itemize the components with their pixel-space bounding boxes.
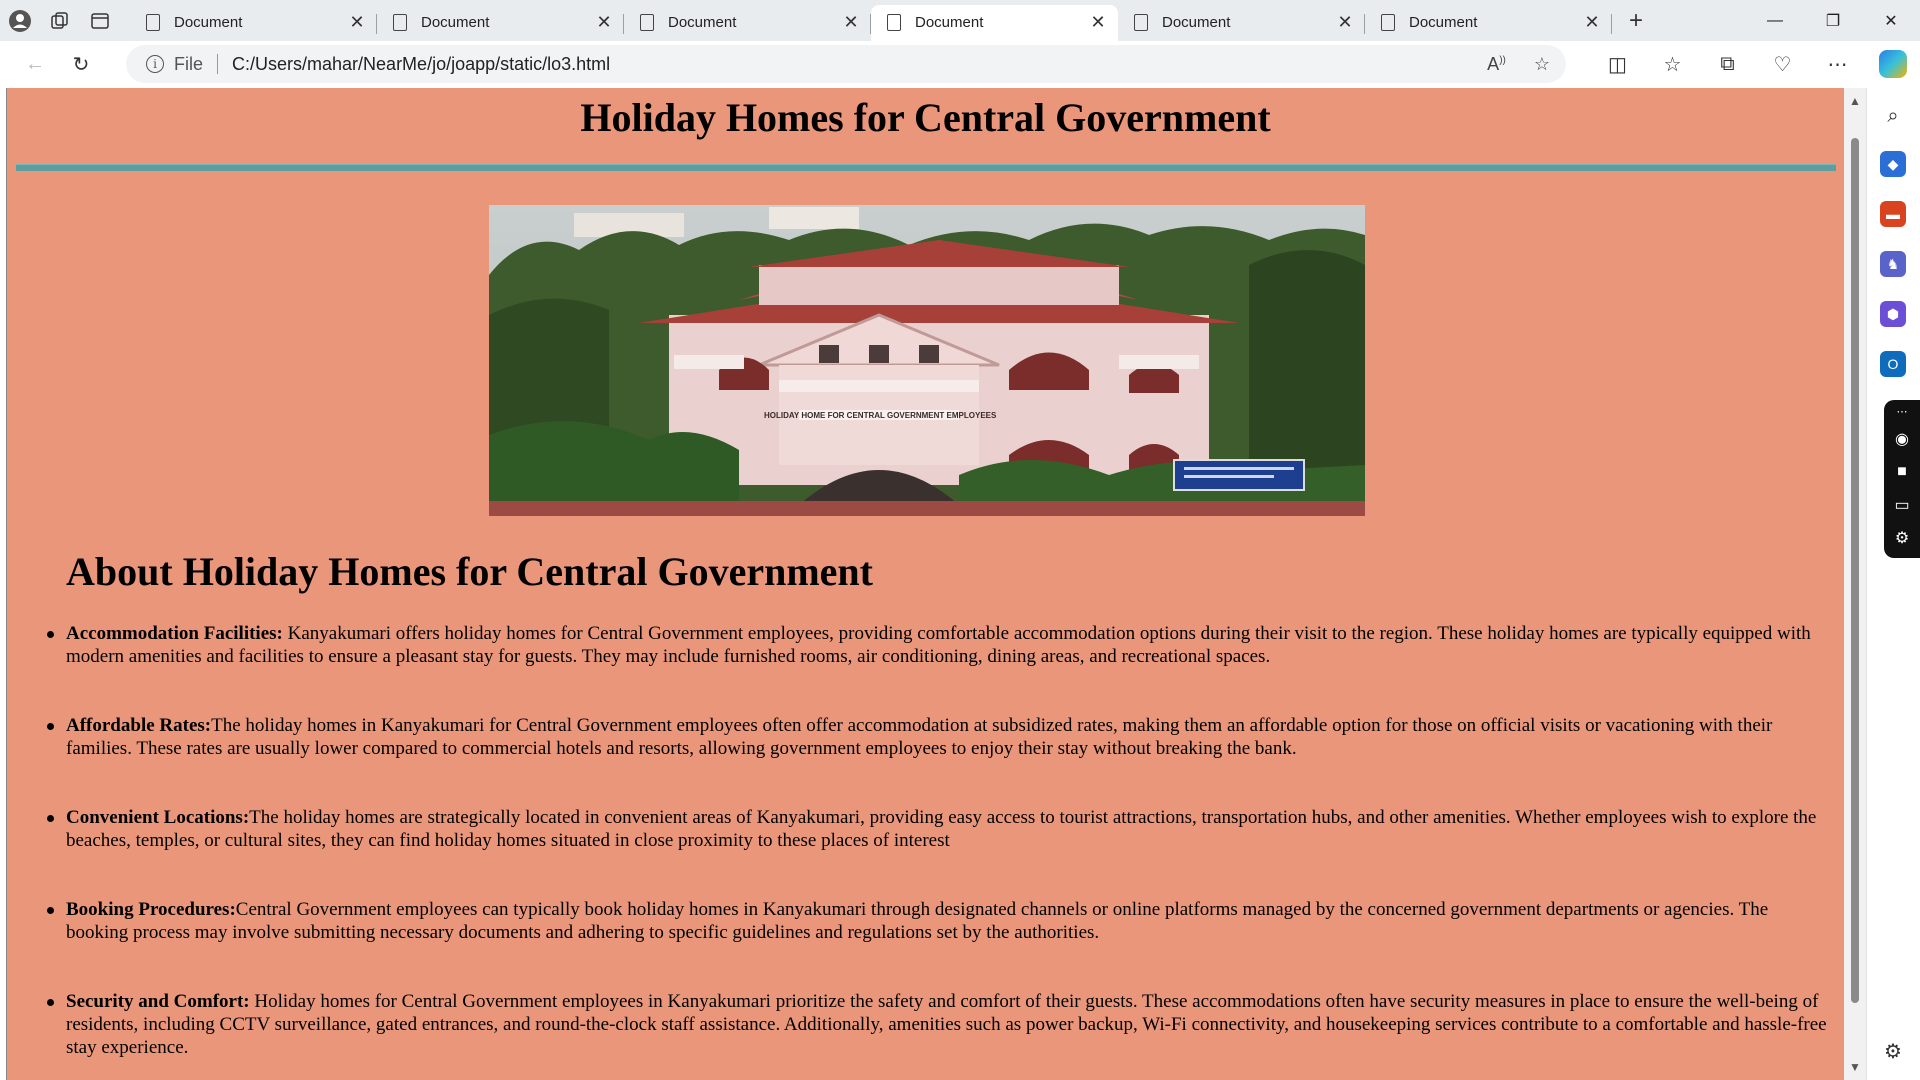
features-list: Accommodation Facilities: Kanyakumari of… (47, 622, 1834, 1080)
copilot-icon[interactable] (1865, 44, 1920, 84)
tab-document-2[interactable]: Document ✕ (377, 5, 624, 41)
capture-settings-icon[interactable]: ⚙ (1884, 521, 1920, 554)
tools-briefcase-icon[interactable]: ▬ (1880, 201, 1906, 227)
tab-document-1[interactable]: Document ✕ (130, 5, 377, 41)
collections-icon[interactable]: ⧉ (1700, 44, 1755, 84)
feature-text: The holiday homes are strategically loca… (66, 807, 1817, 851)
outlook-icon[interactable]: O (1880, 351, 1906, 377)
tab-strip: Document ✕ Document ✕ Document ✕ Documen… (0, 0, 1920, 41)
camera-icon[interactable]: ◉ (1884, 422, 1920, 455)
horizontal-rule (16, 164, 1836, 171)
tab-label: Document (1409, 14, 1478, 31)
back-button[interactable]: ← (12, 44, 58, 84)
scrollbar-thumb[interactable] (1851, 138, 1859, 1003)
sidebar-settings-icon[interactable]: ⚙ (1880, 1038, 1906, 1064)
search-icon[interactable]: ⌕ (1880, 103, 1906, 129)
video-camera-icon[interactable]: ■ (1884, 455, 1920, 488)
feature-item-booking-procedures: Booking Procedures:Central Government em… (47, 898, 1834, 944)
pin-icon[interactable]: ⋯ (1884, 400, 1920, 422)
workspaces-icon[interactable] (40, 1, 80, 41)
tab-document-5[interactable]: Document ✕ (1118, 5, 1365, 41)
feature-text: Holiday homes for Central Government emp… (66, 991, 1827, 1058)
read-aloud-icon[interactable]: A)) (1487, 54, 1506, 75)
close-tab-icon[interactable]: ✕ (1582, 12, 1602, 33)
tab-label: Document (174, 14, 243, 31)
building-sign-text: HOLIDAY HOME FOR CENTRAL GOVERNMENT EMPL… (764, 411, 997, 420)
web-page: Holiday Homes for Central Government HOL… (6, 88, 1844, 1080)
tab-label: Document (915, 14, 984, 31)
tab-label: Document (1162, 14, 1231, 31)
floating-capture-toolbar: ⋯ ◉ ■ ▭ ⚙ (1884, 400, 1920, 558)
toolbar-actions: ◫ ☆ ⧉ ♡ ⋯ (1590, 41, 1920, 87)
window-controls: — ❐ ✕ (1746, 0, 1920, 41)
document-icon (887, 14, 901, 31)
feature-item-affordable-rates: Affordable Rates:The holiday homes in Ka… (47, 714, 1834, 760)
microsoft-365-icon[interactable]: ⬢ (1880, 301, 1906, 327)
minimize-button[interactable]: — (1746, 0, 1804, 41)
tab-document-4-active[interactable]: Document ✕ (871, 4, 1118, 41)
browser-toolbar: ← ↻ i File C:/Users/mahar/NearMe/jo/joap… (0, 41, 1920, 87)
browser-essentials-icon[interactable]: ♡ (1755, 44, 1810, 84)
edge-sidebar: ⌕ ◆ ▬ ♞ ⬢ O ⚙ (1866, 88, 1920, 1080)
about-heading: About Holiday Homes for Central Governme… (66, 549, 873, 594)
shopping-tag-icon[interactable]: ◆ (1880, 151, 1906, 177)
feature-item-convenient-locations: Convenient Locations:The holiday homes a… (47, 806, 1834, 852)
close-tab-icon[interactable]: ✕ (841, 12, 861, 33)
tab-label: Document (421, 14, 490, 31)
window-capture-icon[interactable]: ▭ (1884, 488, 1920, 521)
tab-document-3[interactable]: Document ✕ (624, 5, 871, 41)
address-bar[interactable]: i File C:/Users/mahar/NearMe/jo/joapp/st… (126, 45, 1566, 83)
feature-text: Central Government employees can typical… (66, 899, 1769, 943)
document-icon (1134, 14, 1148, 31)
close-tab-icon[interactable]: ✕ (347, 12, 367, 33)
feature-item-security-comfort: Security and Comfort: Holiday homes for … (47, 990, 1834, 1059)
favorites-icon[interactable]: ☆ (1645, 44, 1700, 84)
new-tab-button[interactable]: + (1616, 3, 1656, 39)
document-icon (146, 14, 160, 31)
feature-item-accommodation: Accommodation Facilities: Kanyakumari of… (47, 622, 1834, 668)
feature-heading: Security and Comfort: (66, 991, 250, 1012)
page-scrollbar[interactable]: ▲ ▼ (1844, 88, 1866, 1080)
page-title: Holiday Homes for Central Government (580, 95, 1271, 140)
scheme-label: File (174, 53, 204, 74)
info-icon[interactable]: i (146, 55, 164, 73)
scroll-up-arrow-icon[interactable]: ▲ (1849, 94, 1861, 108)
tab-actions-icon[interactable] (80, 1, 120, 41)
profile-icon[interactable] (0, 1, 40, 41)
tab-label: Document (668, 14, 737, 31)
close-tab-icon[interactable]: ✕ (594, 12, 614, 33)
feature-heading: Affordable Rates: (66, 715, 212, 736)
tab-document-6[interactable]: Document ✕ (1365, 5, 1612, 41)
feature-heading: Accommodation Facilities: (66, 623, 283, 644)
close-window-button[interactable]: ✕ (1862, 0, 1920, 41)
document-icon (640, 14, 654, 31)
restore-button[interactable]: ❐ (1804, 0, 1862, 41)
favorite-star-icon[interactable]: ☆ (1534, 54, 1550, 75)
close-tab-icon[interactable]: ✕ (1335, 12, 1355, 33)
feature-text: Kanyakumari offers holiday homes for Cen… (66, 623, 1811, 667)
holiday-home-photo: HOLIDAY HOME FOR CENTRAL GOVERNMENT EMPL… (489, 205, 1365, 516)
close-tab-icon[interactable]: ✕ (1088, 12, 1108, 33)
feature-heading: Convenient Locations: (66, 807, 250, 828)
feature-text: The holiday homes in Kanyakumari for Cen… (66, 715, 1773, 759)
document-icon (393, 14, 407, 31)
document-icon (1381, 14, 1395, 31)
address-divider (217, 54, 219, 74)
refresh-button[interactable]: ↻ (58, 44, 104, 84)
games-icon[interactable]: ♞ (1880, 251, 1906, 277)
feature-heading: Booking Procedures: (66, 899, 236, 920)
more-options-icon[interactable]: ⋯ (1810, 44, 1865, 84)
url-text[interactable]: C:/Users/mahar/NearMe/jo/joapp/static/lo… (232, 54, 610, 75)
split-screen-icon[interactable]: ◫ (1590, 44, 1645, 84)
scroll-down-arrow-icon[interactable]: ▼ (1849, 1060, 1861, 1074)
